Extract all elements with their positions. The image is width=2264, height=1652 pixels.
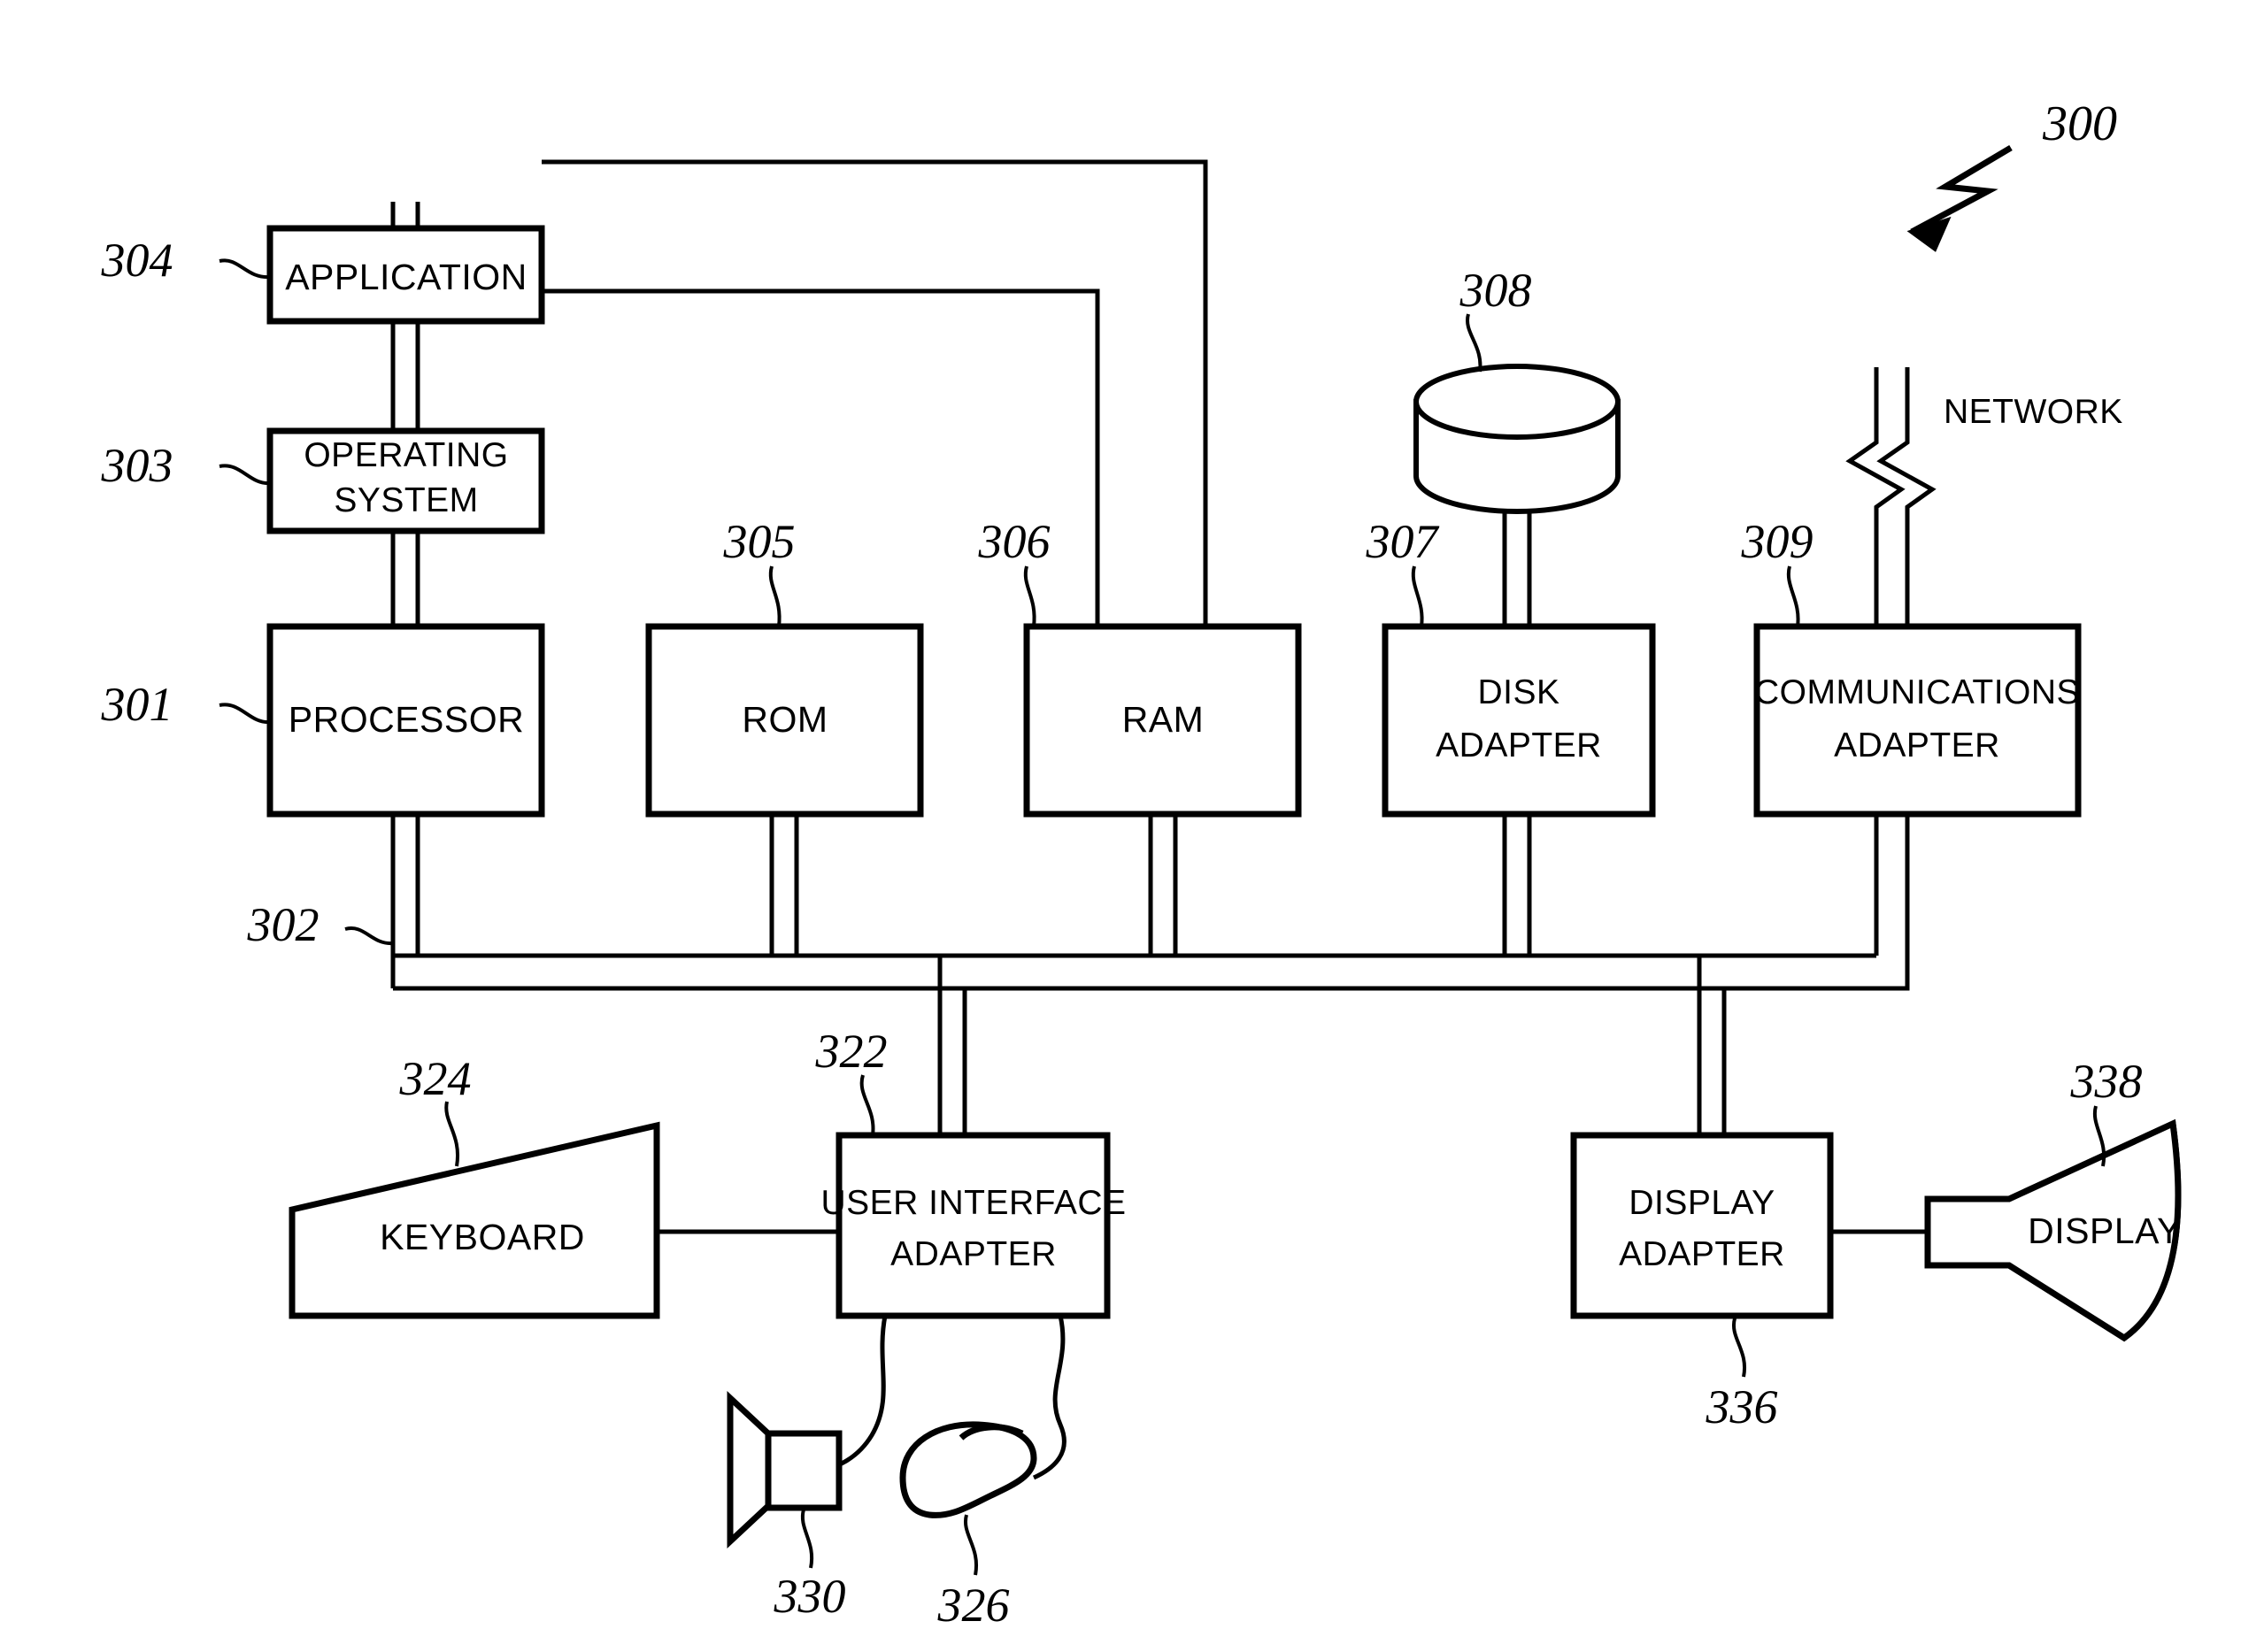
box-disk-adapter[interactable] [1382, 623, 1656, 818]
label-processor: PROCESSOR [289, 699, 525, 740]
leader-307 [1411, 565, 1424, 627]
label-communications-adapter-line2: ADAPTER [1834, 726, 2000, 765]
text-labels: APPLICATION OPERATING SYSTEM PROCESSOR R… [101, 96, 2182, 1632]
label-network: NETWORK [1944, 393, 2123, 431]
ref-308: 308 [1459, 264, 1532, 317]
label-disk-adapter-line1: DISK [1477, 673, 1559, 711]
ref-338: 338 [2070, 1055, 2143, 1108]
label-application: APPLICATION [285, 257, 527, 297]
reference-leaders [219, 144, 2106, 1576]
speaker-shape [727, 1390, 843, 1549]
label-operating-system-line2: SYSTEM [334, 481, 478, 519]
leader-302 [344, 926, 394, 946]
leader-301 [219, 703, 271, 725]
disk-shape [1413, 364, 1621, 514]
label-display: DISPLAY [2028, 1210, 2182, 1251]
link-network-comm-adapter-a [1845, 367, 1906, 626]
leader-322 [859, 1074, 875, 1136]
ref-303: 303 [101, 439, 173, 492]
label-operating-system-line1: OPERATING [304, 436, 508, 474]
label-keyboard: KEYBOARD [380, 1217, 585, 1257]
ref-326: 326 [937, 1579, 1010, 1632]
leader-309 [1786, 565, 1800, 627]
ref-302: 302 [247, 898, 320, 951]
ref-336: 336 [1706, 1380, 1778, 1433]
leader-306 [1023, 565, 1036, 627]
leader-336 [1731, 1318, 1747, 1378]
leader-324 [444, 1101, 460, 1167]
ref-304: 304 [101, 234, 173, 287]
ref-309: 309 [1741, 515, 1814, 568]
box-communications-adapter[interactable] [1753, 623, 2082, 818]
label-user-interface-adapter-line1: USER INTERFACE [820, 1184, 1126, 1222]
leader-300-arrowhead [1906, 216, 1952, 252]
ref-330: 330 [774, 1570, 846, 1623]
figure-canvas: APPLICATION OPERATING SYSTEM PROCESSOR R… [0, 0, 2264, 1652]
leader-303 [219, 464, 271, 486]
ref-306: 306 [978, 515, 1051, 568]
leader-304 [219, 258, 271, 280]
link-application-ram [542, 159, 1208, 626]
box-user-interface-adapter[interactable] [836, 1132, 1111, 1319]
label-rom: ROM [742, 699, 828, 740]
ref-301: 301 [101, 678, 173, 731]
leader-300 [1910, 144, 2013, 235]
box-display-adapter[interactable] [1570, 1132, 1834, 1319]
leader-330 [800, 1509, 814, 1569]
ref-307: 307 [1366, 515, 1440, 568]
ref-305: 305 [723, 515, 796, 568]
label-disk-adapter-line2: ADAPTER [1436, 726, 1602, 765]
label-user-interface-adapter-line2: ADAPTER [890, 1235, 1057, 1273]
ref-300: 300 [2042, 96, 2117, 151]
label-display-adapter-line2: ADAPTER [1619, 1235, 1785, 1273]
bus-stub-comm-adapter-b [1724, 814, 1910, 991]
wire-ui-adapter-mouse [1032, 1315, 1067, 1480]
label-display-adapter-line1: DISPLAY [1629, 1184, 1775, 1222]
leader-308 [1466, 313, 1482, 373]
ref-324: 324 [399, 1052, 472, 1105]
bus-stub-processor-b [415, 814, 965, 958]
leader-326 [963, 1514, 979, 1576]
label-ram: RAM [1122, 699, 1205, 740]
leader-305 [768, 565, 782, 627]
mouse-shape [899, 1421, 1037, 1518]
label-communications-adapter-line1: COMMUNICATIONS [1754, 673, 2080, 711]
ref-322: 322 [815, 1025, 888, 1078]
block-diagram-svg: APPLICATION OPERATING SYSTEM PROCESSOR R… [101, 96, 2182, 1632]
link-os-ram [542, 288, 1100, 626]
